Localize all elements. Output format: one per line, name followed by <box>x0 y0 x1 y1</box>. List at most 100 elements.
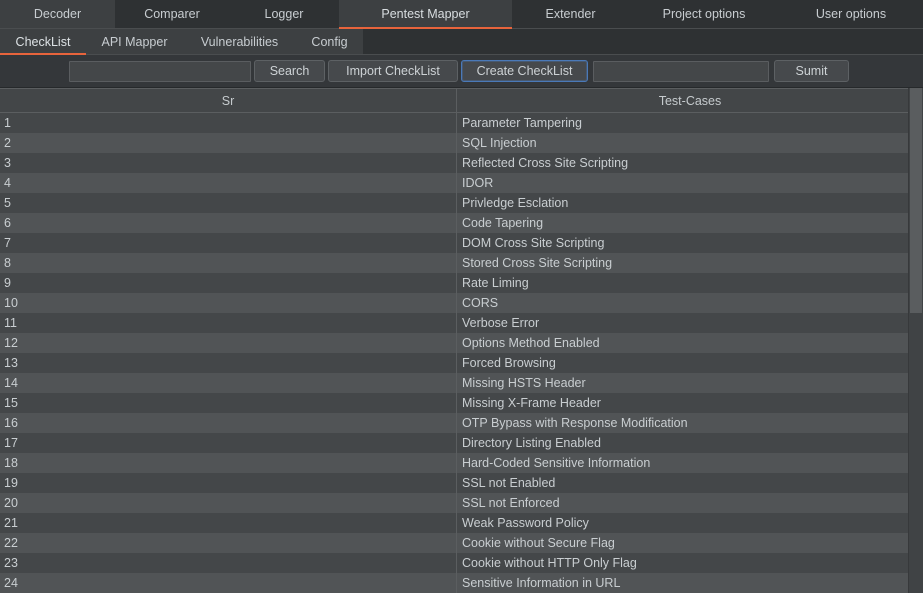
table-row[interactable]: 12 Options Method Enabled <box>0 333 923 353</box>
top-tab-label: Extender <box>545 7 596 21</box>
cell-test-case: Reflected Cross Site Scripting <box>462 156 629 170</box>
cell-sr: 16 <box>0 413 457 433</box>
cell-sr: 6 <box>0 213 457 233</box>
sub-tab-label: CheckList <box>15 34 71 49</box>
table-row[interactable]: 9 Rate Liming <box>0 273 923 293</box>
cell-sr: 12 <box>0 333 457 353</box>
cell-test-case: DOM Cross Site Scripting <box>462 236 605 250</box>
table-row[interactable]: 4 IDOR <box>0 173 923 193</box>
top-tab-label: Project options <box>662 7 746 21</box>
vertical-scrollbar-thumb[interactable] <box>910 88 922 313</box>
column-header-sr[interactable]: Sr <box>0 89 457 112</box>
checklist-name-input[interactable] <box>593 61 769 82</box>
table-row[interactable]: 14 Missing HSTS Header <box>0 373 923 393</box>
table-row[interactable]: 2 SQL Injection <box>0 133 923 153</box>
cell-sr: 22 <box>0 533 457 553</box>
table-row[interactable]: 18 Hard-Coded Sensitive Information <box>0 453 923 473</box>
cell-test-case: Sensitive Information in URL <box>462 576 621 590</box>
cell-test-case: Cookie without HTTP Only Flag <box>462 556 637 570</box>
top-tab-pentest-mapper[interactable]: Pentest Mapper <box>339 0 512 29</box>
search-input[interactable] <box>69 61 251 82</box>
sub-tab-vulnerabilities[interactable]: Vulnerabilities <box>183 29 296 54</box>
top-tab-label: Logger <box>264 7 304 21</box>
top-tab-comparer[interactable]: Comparer <box>115 0 229 28</box>
sub-tab-label: API Mapper <box>101 34 168 49</box>
table-row[interactable]: 6 Code Tapering <box>0 213 923 233</box>
table-row[interactable]: 16 OTP Bypass with Response Modification <box>0 413 923 433</box>
cell-test-case: Forced Browsing <box>462 356 556 370</box>
cell-sr: 20 <box>0 493 457 513</box>
sub-tab-label: Config <box>311 34 348 49</box>
cell-sr: 4 <box>0 173 457 193</box>
cell-test-case: OTP Bypass with Response Modification <box>462 416 688 430</box>
cell-test-case: Privledge Esclation <box>462 196 569 210</box>
create-checklist-button[interactable]: Create CheckList <box>461 60 588 82</box>
top-tab-label: Pentest Mapper <box>381 7 470 21</box>
top-tab-extender[interactable]: Extender <box>512 0 629 28</box>
cell-test-case: Directory Listing Enabled <box>462 436 601 450</box>
cell-sr: 14 <box>0 373 457 393</box>
table-body: 1 Parameter Tampering 2 SQL Injection 3 Refle… <box>0 113 923 593</box>
cell-test-case: Rate Liming <box>462 276 529 290</box>
pentest-mapper-window: Decoder Comparer Logger Pentest Mapper Exten… <box>0 0 923 593</box>
table-row[interactable]: 23 Cookie without HTTP Only Flag <box>0 553 923 573</box>
top-tab-logger[interactable]: Logger <box>229 0 339 28</box>
table-row[interactable]: 10 CORS <box>0 293 923 313</box>
sub-tab-config[interactable]: Config <box>296 29 363 54</box>
top-tab-decoder[interactable]: Decoder <box>0 0 115 28</box>
sub-tab-bar: CheckList API Mapper Vulnerabilities Config <box>0 29 923 55</box>
cell-test-case: Parameter Tampering <box>462 116 582 130</box>
sub-tab-label: Vulnerabilities <box>200 34 279 49</box>
table-row[interactable]: 8 Stored Cross Site Scripting <box>0 253 923 273</box>
cell-sr: 15 <box>0 393 457 413</box>
column-header-test-cases[interactable]: Test-Cases <box>457 89 923 112</box>
vertical-scrollbar[interactable] <box>908 88 923 593</box>
table-row[interactable]: 19 SSL not Enabled <box>0 473 923 493</box>
cell-test-case: CORS <box>462 296 499 310</box>
top-tab-project-options[interactable]: Project options <box>629 0 779 28</box>
cell-test-case: Stored Cross Site Scripting <box>462 256 613 270</box>
cell-sr: 10 <box>0 293 457 313</box>
table-row[interactable]: 5 Privledge Esclation <box>0 193 923 213</box>
cell-test-case: Options Method Enabled <box>462 336 600 350</box>
cell-test-case: Weak Password Policy <box>462 516 589 530</box>
cell-sr: 19 <box>0 473 457 493</box>
table-row[interactable]: 24 Sensitive Information in URL <box>0 573 923 593</box>
cell-sr: 18 <box>0 453 457 473</box>
table-row[interactable]: 1 Parameter Tampering <box>0 113 923 133</box>
search-button[interactable]: Search <box>254 60 325 82</box>
cell-sr: 7 <box>0 233 457 253</box>
cell-sr: 1 <box>0 113 457 133</box>
table-row[interactable]: 21 Weak Password Policy <box>0 513 923 533</box>
cell-test-case: Missing HSTS Header <box>462 376 586 390</box>
top-tab-label: User options <box>815 7 887 21</box>
cell-test-case: Code Tapering <box>462 216 544 230</box>
cell-test-case: Hard-Coded Sensitive Information <box>462 456 651 470</box>
cell-sr: 5 <box>0 193 457 213</box>
sub-tab-checklist[interactable]: CheckList <box>0 29 86 55</box>
table-row[interactable]: 11 Verbose Error <box>0 313 923 333</box>
cell-test-case: Missing X-Frame Header <box>462 396 601 410</box>
cell-test-case: Cookie without Secure Flag <box>462 536 615 550</box>
table-row[interactable]: 20 SSL not Enforced <box>0 493 923 513</box>
top-tab-bar: Decoder Comparer Logger Pentest Mapper Exten… <box>0 0 923 29</box>
import-checklist-button[interactable]: Import CheckList <box>328 60 458 82</box>
table-row[interactable]: 17 Directory Listing Enabled <box>0 433 923 453</box>
table-row[interactable]: 13 Forced Browsing <box>0 353 923 373</box>
table-row[interactable]: 22 Cookie without Secure Flag <box>0 533 923 553</box>
table-row[interactable]: 15 Missing X-Frame Header <box>0 393 923 413</box>
sub-tab-api-mapper[interactable]: API Mapper <box>86 29 183 54</box>
cell-sr: 21 <box>0 513 457 533</box>
table-header-row: Sr Test-Cases <box>0 88 923 113</box>
cell-sr: 17 <box>0 433 457 453</box>
top-tab-user-options[interactable]: User options <box>779 0 923 28</box>
table-row[interactable]: 3 Reflected Cross Site Scripting <box>0 153 923 173</box>
cell-sr: 2 <box>0 133 457 153</box>
cell-test-case: Verbose Error <box>462 316 540 330</box>
cell-sr: 9 <box>0 273 457 293</box>
checklist-toolbar: Search Import CheckList Create CheckList… <box>0 55 923 88</box>
cell-sr: 23 <box>0 553 457 573</box>
table-row[interactable]: 7 DOM Cross Site Scripting <box>0 233 923 253</box>
submit-button[interactable]: Sumit <box>774 60 849 82</box>
cell-test-case: SQL Injection <box>462 136 537 150</box>
